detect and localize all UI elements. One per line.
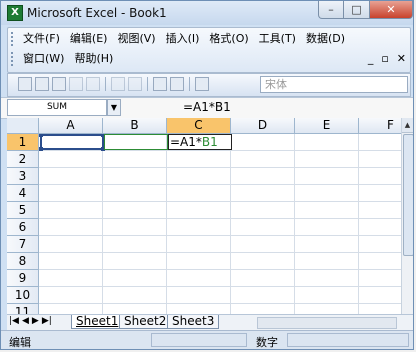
research-icon[interactable] (170, 77, 184, 91)
doc-restore-icon[interactable]: ▫ (381, 52, 388, 65)
sheet-tab[interactable]: Sheet1 (71, 315, 124, 329)
new-document-icon[interactable] (18, 77, 32, 91)
status-panel (287, 333, 409, 347)
next-sheet-icon[interactable]: ▶ (32, 316, 39, 326)
row-header[interactable]: 6 (7, 219, 39, 236)
menu-item[interactable]: 帮助(H) (69, 50, 118, 68)
worksheet-grid[interactable]: =A1*B1 A B C D E F 1 2 3 4 5 6 7 8 9 10 11 (7, 118, 401, 314)
menu-item[interactable]: 窗口(W) (18, 50, 69, 68)
window-title: Microsoft Excel - Book1 (27, 6, 167, 20)
column-header[interactable]: B (103, 118, 167, 134)
scroll-up-icon[interactable]: ▲ (402, 118, 413, 133)
row-header[interactable]: 5 (7, 202, 39, 219)
horizontal-scrollbar[interactable] (257, 317, 397, 329)
toolbar-separator (147, 77, 148, 91)
menu-grip-icon[interactable] (11, 52, 16, 66)
sheet-tab[interactable]: Sheet3 (167, 315, 220, 329)
font-name-box[interactable]: 宋体 (260, 76, 408, 93)
menu-item[interactable]: 插入(I) (161, 30, 205, 48)
cell-c1-editor[interactable]: =A1*B1 (168, 134, 232, 150)
menu-item[interactable]: 工具(T) (254, 30, 301, 48)
permission-icon[interactable] (69, 77, 83, 91)
scroll-thumb[interactable] (403, 134, 413, 256)
status-indicator: 数字 (256, 336, 278, 349)
last-sheet-icon[interactable]: ▶| (42, 316, 52, 326)
row-header[interactable]: 9 (7, 270, 39, 287)
first-sheet-icon[interactable]: |◀ (9, 316, 19, 326)
cut-icon[interactable] (195, 77, 209, 91)
minimize-button[interactable]: – (318, 1, 344, 19)
excel-app-icon[interactable]: X (7, 5, 23, 21)
print-icon[interactable] (111, 77, 125, 91)
open-folder-icon[interactable] (35, 77, 49, 91)
row-header[interactable]: 1 (7, 134, 39, 151)
column-header[interactable]: C (167, 118, 231, 134)
excel-window: X Microsoft Excel - Book1 – □ ✕ 文件(F) 编辑(… (0, 0, 414, 350)
column-header[interactable]: D (231, 118, 295, 134)
name-box[interactable]: SUM (7, 99, 107, 116)
sheet-tab[interactable]: Sheet2 (119, 315, 172, 329)
row-header[interactable]: 7 (7, 236, 39, 253)
reference-a1-highlight (39, 133, 105, 151)
status-mode: 编辑 (9, 336, 31, 349)
reference-b1-highlight (104, 134, 168, 150)
email-icon[interactable] (86, 77, 100, 91)
doc-close-icon[interactable]: ✕ (397, 52, 406, 65)
column-header[interactable]: A (39, 118, 103, 134)
spelling-icon[interactable] (153, 77, 167, 91)
toolbar-separator (105, 77, 106, 91)
cell-area[interactable] (39, 134, 401, 314)
row-header[interactable]: 4 (7, 185, 39, 202)
row-header[interactable]: 11 (7, 304, 39, 314)
menu-item[interactable]: 视图(V) (112, 30, 160, 48)
formula-bar: SUM ▼ =A1*B1 (1, 97, 413, 119)
name-box-dropdown-icon[interactable]: ▼ (107, 99, 121, 116)
menu-item[interactable]: 格式(O) (204, 30, 253, 48)
print-preview-icon[interactable] (128, 77, 142, 91)
formula-input[interactable]: =A1*B1 (183, 100, 231, 114)
c1-formula-prefix: =A1* (170, 135, 202, 149)
column-header[interactable]: F (359, 118, 401, 134)
toolbar-separator (189, 77, 190, 91)
row-header[interactable]: 10 (7, 287, 39, 304)
menu-item[interactable]: 编辑(E) (65, 30, 113, 48)
vertical-scrollbar[interactable]: ▲ (401, 118, 413, 314)
row-header[interactable]: 8 (7, 253, 39, 270)
select-all-corner[interactable] (7, 118, 39, 134)
doc-minimize-icon[interactable]: _ (368, 52, 374, 65)
close-button[interactable]: ✕ (370, 1, 413, 19)
row-header[interactable]: 2 (7, 151, 39, 168)
maximize-button[interactable]: □ (344, 1, 370, 19)
menu-grip-icon[interactable] (11, 32, 16, 46)
title-bar: X Microsoft Excel - Book1 – □ ✕ (1, 1, 413, 25)
column-header[interactable]: E (295, 118, 359, 134)
save-icon[interactable] (52, 77, 66, 91)
menu-bar: 文件(F) 编辑(E) 视图(V) 插入(I) 格式(O) 工具(T) 数据(D) 窗口(W… (7, 27, 411, 73)
c1-formula-ref-b1: B1 (201, 135, 218, 149)
prev-sheet-icon[interactable]: ◀ (22, 316, 29, 326)
menu-item[interactable]: 数据(D) (301, 30, 350, 48)
sheet-tab-bar: |◀ ◀ ▶ ▶| Sheet1 Sheet2 Sheet3 (7, 314, 413, 330)
row-header[interactable]: 3 (7, 168, 39, 185)
status-panel (151, 333, 247, 347)
standard-toolbar: 宋体 (7, 73, 411, 97)
menu-item[interactable]: 文件(F) (18, 30, 65, 48)
status-bar: 编辑 数字 (1, 330, 413, 349)
